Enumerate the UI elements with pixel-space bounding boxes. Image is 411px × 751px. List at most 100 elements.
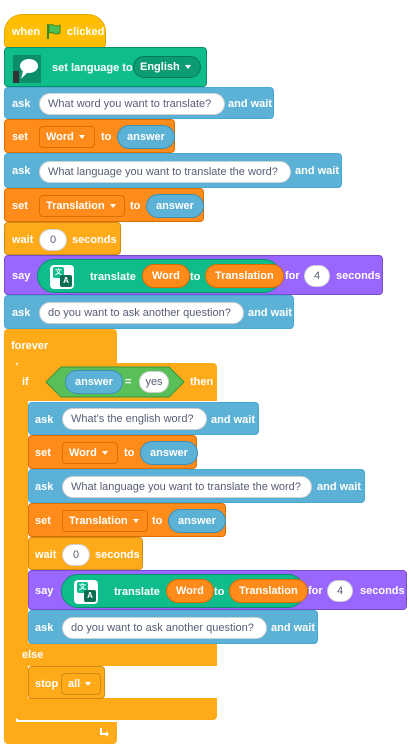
say-for-secs-block-inner[interactable]: say 文A translate Word to Translation for… [28,570,407,610]
seconds-label: seconds [360,585,405,597]
yes-value-input[interactable]: yes [139,371,169,393]
wait-block-inner[interactable]: wait 0 seconds [28,537,143,570]
set-label: set [35,447,51,459]
variable-dropdown[interactable]: Translation [39,195,125,217]
loop-arrow-icon [98,726,110,741]
ask-question-input[interactable]: What language you want to translate the … [62,476,312,498]
translate-icon: 文A [74,580,98,604]
translate-reporter[interactable]: 文A translate Word to Translation [37,259,284,293]
dropdown-caret-icon [132,519,139,524]
and-wait-label: and wait [228,98,273,110]
set-label: set [12,131,28,143]
translation-reporter[interactable]: Translation [205,264,284,288]
set-language-label: set language to [52,62,133,74]
and-wait-label: and wait [211,414,256,426]
translate-reporter[interactable]: 文A translate Word to Translation [61,574,308,608]
seconds-label: seconds [336,270,381,282]
ask-label: ask [12,307,31,319]
answer-reporter[interactable]: answer [168,509,226,533]
if-arm [16,400,28,718]
ask-label: ask [35,414,54,426]
set-word-block-inner[interactable]: set Word to answer [28,435,198,469]
translation-reporter[interactable]: Translation [229,579,308,603]
ask-block-inner-1[interactable]: ask What's the english word? and wait [28,402,259,435]
language-value: English [140,61,180,73]
else-divider [16,643,217,666]
to-label: to [190,271,201,283]
to-label: to [152,515,163,527]
wait-block[interactable]: wait 0 seconds [4,222,121,255]
ask-question-input[interactable]: What word you want to translate? [39,93,225,115]
say-seconds-input[interactable]: 4 [327,580,353,602]
say-label: say [35,585,54,597]
seconds-label: seconds [95,549,140,561]
if-footer [16,698,217,720]
ask-block-1[interactable]: ask What word you want to translate? and… [4,87,274,119]
answer-reporter[interactable]: answer [117,125,175,149]
answer-reporter[interactable]: answer [140,441,198,465]
dropdown-caret-icon [85,682,92,687]
translate-label: translate [90,271,136,283]
ask-label: ask [35,622,54,634]
if-label: if [22,376,29,388]
ask-question-input[interactable]: What language you want to translate the … [39,161,291,183]
set-word-block[interactable]: set Word to answer [4,119,175,153]
variable-dropdown[interactable]: Word [62,442,118,464]
equals-operator: = [125,376,132,388]
to-label: to [214,586,225,598]
when-flag-clicked-block[interactable]: when clicked [4,14,106,48]
wait-label: wait [12,234,34,246]
answer-reporter[interactable]: answer [65,370,123,394]
variable-name: Translation [69,515,128,527]
else-label: else [22,649,44,661]
seconds-label: seconds [72,234,117,246]
variable-dropdown[interactable]: Word [39,126,95,148]
answer-reporter[interactable]: answer [146,194,204,218]
set-translation-block-inner[interactable]: set Translation to answer [28,503,226,537]
variable-name: Word [46,131,74,143]
and-wait-label: and wait [248,307,293,319]
wait-seconds-input[interactable]: 0 [39,229,67,251]
ask-block-inner-2[interactable]: ask What language you want to translate … [28,469,365,503]
ask-label: ask [12,165,31,177]
wait-seconds-input[interactable]: 0 [62,544,90,566]
ask-question-input[interactable]: What's the english word? [62,408,207,430]
when-label: when [12,26,41,38]
say-for-secs-block[interactable]: say 文A translate Word to Translation for… [4,255,383,295]
and-wait-label: and wait [317,481,362,493]
dropdown-caret-icon [78,135,85,140]
ask-block-3[interactable]: ask do you want to ask another question?… [4,295,294,329]
variable-dropdown[interactable]: Translation [62,510,148,532]
green-flag-icon [45,22,63,43]
speech-bubble-icon [13,55,41,86]
to-label: to [101,131,112,143]
stop-label: stop [35,678,59,690]
forever-label: forever [11,340,49,352]
set-language-block[interactable]: set language to English [4,47,207,87]
word-reporter[interactable]: Word [142,264,190,288]
clicked-label: clicked [67,26,105,38]
ask-block-inner-3[interactable]: ask do you want to ask another question?… [28,610,318,644]
to-label: to [124,447,135,459]
language-dropdown[interactable]: English [133,56,201,78]
dropdown-caret-icon [184,65,191,70]
stop-option-value: all [68,678,81,690]
then-label: then [190,376,214,388]
variable-name: Translation [46,200,105,212]
ask-label: ask [35,481,54,493]
set-label: set [35,515,51,527]
ask-question-input[interactable]: do you want to ask another question? [62,617,267,639]
stop-all-block[interactable]: stop all [28,666,105,699]
set-translation-block[interactable]: set Translation to answer [4,188,204,222]
variable-name: Word [69,447,97,459]
say-label: say [12,270,31,282]
stop-option-dropdown[interactable]: all [61,673,101,695]
set-label: set [12,200,28,212]
ask-question-input[interactable]: do you want to ask another question? [39,302,244,324]
for-label: for [308,585,323,597]
word-reporter[interactable]: Word [166,579,214,603]
translate-label: translate [114,586,160,598]
ask-block-2[interactable]: ask What language you want to translate … [4,153,342,188]
wait-label: wait [35,549,57,561]
say-seconds-input[interactable]: 4 [304,265,330,287]
